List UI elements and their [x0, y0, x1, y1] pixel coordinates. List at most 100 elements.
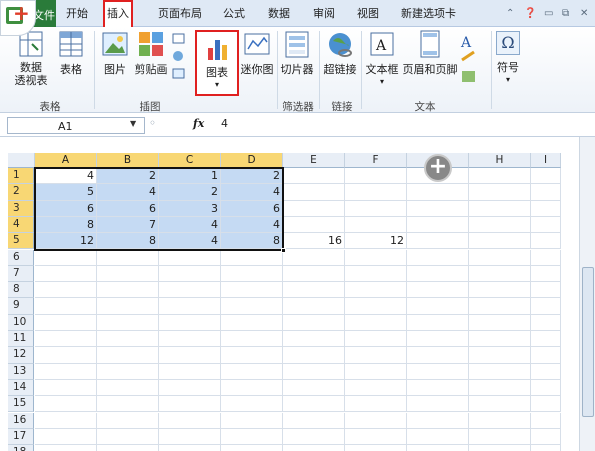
window-close-icon[interactable]: ✕	[580, 8, 588, 19]
cell-e18[interactable]	[283, 445, 345, 451]
cell-h14[interactable]	[469, 379, 531, 397]
cell-h10[interactable]	[469, 314, 531, 331]
cell-c15[interactable]	[159, 396, 221, 413]
cell-g5[interactable]	[407, 233, 469, 250]
cell-f7[interactable]	[345, 265, 407, 283]
cell-a16[interactable]	[35, 412, 97, 429]
cell-c1[interactable]: 1	[159, 168, 221, 185]
cell-c6[interactable]	[159, 249, 221, 266]
cell-b14[interactable]	[97, 379, 159, 397]
cell-i18[interactable]	[531, 445, 561, 451]
cell-f1[interactable]	[345, 168, 407, 185]
cell-g8[interactable]	[407, 282, 469, 299]
header-footer-button[interactable]: 页眉和页脚	[402, 29, 458, 77]
cell-g17[interactable]	[407, 428, 469, 446]
cell-f2[interactable]	[345, 184, 407, 201]
cell-d2[interactable]: 4	[221, 184, 283, 201]
table-button[interactable]: 表格	[54, 29, 88, 77]
row-header-12[interactable]: 12	[8, 347, 34, 364]
column-header-c[interactable]: C	[159, 153, 221, 168]
cell-e8[interactable]	[283, 282, 345, 299]
cell-g16[interactable]	[407, 412, 469, 429]
add-overlay-icon[interactable]: +	[424, 154, 452, 182]
shapes-smartart-button[interactable]	[169, 31, 191, 94]
cell-d10[interactable]	[221, 314, 283, 331]
cell-b6[interactable]	[97, 249, 159, 266]
row-header-9[interactable]: 9	[8, 298, 34, 315]
row-header-3[interactable]: 3	[8, 200, 34, 217]
cell-g11[interactable]	[407, 331, 469, 348]
cell-i4[interactable]	[531, 216, 561, 234]
cell-c8[interactable]	[159, 282, 221, 299]
cell-h8[interactable]	[469, 282, 531, 299]
cell-g14[interactable]	[407, 379, 469, 397]
cell-c7[interactable]	[159, 265, 221, 283]
row-header-2[interactable]: 2	[8, 184, 34, 201]
cell-c2[interactable]: 2	[159, 184, 221, 201]
cell-d15[interactable]	[221, 396, 283, 413]
cell-f12[interactable]	[345, 347, 407, 364]
row-header-7[interactable]: 7	[8, 265, 34, 283]
column-header-d[interactable]: D	[221, 153, 283, 168]
fill-handle[interactable]	[281, 247, 286, 253]
cell-b12[interactable]	[97, 347, 159, 364]
cell-g13[interactable]	[407, 363, 469, 380]
minimize-ribbon-icon[interactable]: ⌃	[506, 8, 514, 19]
tab-view[interactable]: 视图	[357, 0, 379, 27]
formula-input[interactable]: 4	[221, 117, 228, 130]
cell-d18[interactable]	[221, 445, 283, 451]
cell-b8[interactable]	[97, 282, 159, 299]
window-minimize-icon[interactable]: ▭	[544, 8, 553, 19]
cell-a9[interactable]	[35, 298, 97, 315]
symbol-button[interactable]: Ω 符号 ▾	[492, 31, 524, 84]
tab-page-layout[interactable]: 页面布局	[158, 0, 202, 27]
column-header-a[interactable]: A	[35, 153, 97, 168]
cell-b11[interactable]	[97, 331, 159, 348]
row-header-16[interactable]: 16	[8, 412, 34, 429]
cell-a15[interactable]	[35, 396, 97, 413]
tab-insert[interactable]: 插入	[103, 0, 133, 27]
cell-i9[interactable]	[531, 298, 561, 315]
cell-a12[interactable]	[35, 347, 97, 364]
cell-e12[interactable]	[283, 347, 345, 364]
cell-c14[interactable]	[159, 379, 221, 397]
cell-h13[interactable]	[469, 363, 531, 380]
cell-h18[interactable]	[469, 445, 531, 451]
cell-i1[interactable]	[531, 168, 561, 185]
cell-d1[interactable]: 2	[221, 168, 283, 185]
cell-e1[interactable]	[283, 168, 345, 185]
cell-h7[interactable]	[469, 265, 531, 283]
insert-function-button[interactable]: fx	[193, 117, 204, 130]
cell-b17[interactable]	[97, 428, 159, 446]
cell-c3[interactable]: 3	[159, 200, 221, 217]
cell-d16[interactable]	[221, 412, 283, 429]
cell-h12[interactable]	[469, 347, 531, 364]
cell-i11[interactable]	[531, 331, 561, 348]
cell-d12[interactable]	[221, 347, 283, 364]
cell-e15[interactable]	[283, 396, 345, 413]
cell-c18[interactable]	[159, 445, 221, 451]
row-header-8[interactable]: 8	[8, 282, 34, 299]
row-header-6[interactable]: 6	[8, 249, 34, 266]
cell-c9[interactable]	[159, 298, 221, 315]
cell-d13[interactable]	[221, 363, 283, 380]
cell-h15[interactable]	[469, 396, 531, 413]
cell-i14[interactable]	[531, 379, 561, 397]
cell-e13[interactable]	[283, 363, 345, 380]
cell-h2[interactable]	[469, 184, 531, 201]
cell-h9[interactable]	[469, 298, 531, 315]
cell-h5[interactable]	[469, 233, 531, 250]
picture-button[interactable]: 图片	[98, 29, 132, 77]
cell-e7[interactable]	[283, 265, 345, 283]
cell-b3[interactable]: 6	[97, 200, 159, 217]
cell-i5[interactable]	[531, 233, 561, 250]
cell-h3[interactable]	[469, 200, 531, 217]
cell-f4[interactable]	[345, 216, 407, 234]
cell-d14[interactable]	[221, 379, 283, 397]
row-header-1[interactable]: 1	[8, 168, 34, 185]
cell-f18[interactable]	[345, 445, 407, 451]
cell-f17[interactable]	[345, 428, 407, 446]
vertical-scrollbar[interactable]	[579, 137, 595, 451]
cell-i15[interactable]	[531, 396, 561, 413]
column-header-i[interactable]: I	[531, 153, 561, 168]
